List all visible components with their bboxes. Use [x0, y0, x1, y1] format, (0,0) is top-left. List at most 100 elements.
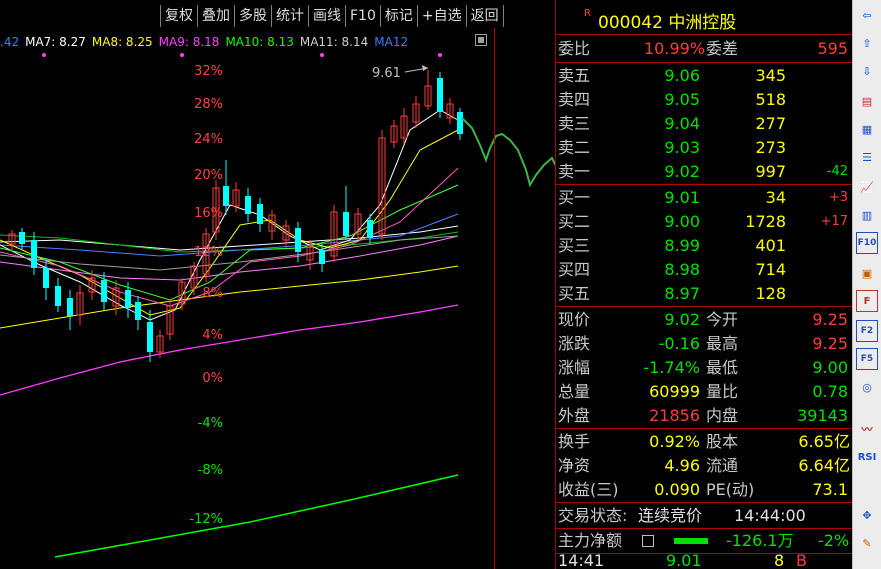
pen-icon[interactable]: ✎ [856, 532, 878, 554]
open-label: 今开 [706, 310, 739, 329]
bid-row[interactable]: 买三 8.99 401 [556, 234, 853, 258]
ask-volume: 345 [755, 66, 786, 85]
pct-axis-label: -12% [189, 512, 223, 527]
bid-volume: 401 [755, 236, 786, 255]
ratio-label: 量比 [706, 382, 739, 401]
shares-value: 6.65亿 [798, 432, 850, 451]
ask-label: 卖五 [558, 66, 591, 85]
arrow-up-icon[interactable]: ⇧ [856, 32, 878, 54]
f5-icon[interactable]: F5 [856, 348, 878, 370]
divider [556, 184, 853, 185]
news-icon[interactable]: ▣ [856, 262, 878, 284]
kline-canvas: 9.61 [0, 53, 555, 558]
eps-value: 0.090 [654, 480, 700, 499]
tick-row: 14:41 9.01 8 B [556, 554, 853, 569]
pct-axis-label: 32% [194, 64, 223, 79]
weicha-label: 委差 [706, 39, 739, 58]
fund-row: 净资 4.96 流通 6.64亿 [556, 454, 853, 478]
ask-volume: 273 [755, 138, 786, 157]
bid-price: 8.99 [664, 236, 700, 255]
status-row: 交易状态: 连续竞价 14:44:00 [556, 504, 853, 528]
pct-value: -1.74% [643, 358, 700, 377]
f2-icon[interactable]: F2 [856, 320, 878, 342]
high-value: 9.25 [812, 334, 848, 353]
ma-line-yellow-fast [0, 129, 459, 316]
netflow-row[interactable]: 主力净额 -126.1万 -2% [556, 529, 853, 553]
tick-price: 9.01 [666, 554, 702, 569]
pct-label: 涨幅 [558, 358, 591, 377]
move-icon[interactable]: ✥ [856, 504, 878, 526]
vol-value: 60999 [649, 382, 700, 401]
bid-row[interactable]: 买五 8.97 128 [556, 282, 853, 306]
bid-change: +17 [820, 214, 848, 229]
ma-line-yellow [0, 265, 459, 329]
quote-row: 现价 9.02 今开 9.25 [556, 308, 853, 332]
netflow-pct: -2% [818, 531, 850, 550]
pe-value: 73.1 [812, 480, 848, 499]
divider [556, 306, 853, 307]
ask-row[interactable]: 卖一 9.02 997 -42 [556, 160, 853, 184]
divider [556, 428, 853, 429]
list-icon[interactable]: ☰ [856, 146, 878, 168]
fund-row: 收益(三) 0.090 PE(动) 73.1 [556, 478, 853, 502]
ask-row[interactable]: 卖二 9.03 273 [556, 136, 853, 160]
netflow-menu-icon[interactable] [642, 535, 654, 547]
bid-label: 买二 [558, 212, 591, 231]
quote-panel: R 000042 中洲控股 委比 10.99% 委差 595 卖五 9.06 3… [555, 0, 853, 569]
book-icon[interactable]: ▤ [856, 90, 878, 112]
candle-icon[interactable]: ▥ [856, 204, 878, 226]
marker-dot [180, 53, 184, 57]
bid-label: 买四 [558, 260, 591, 279]
ask-row[interactable]: 卖三 9.04 277 [556, 112, 853, 136]
bid-row[interactable]: 买二 9.00 1728 +17 [556, 210, 853, 234]
right-tool-sidebar: ⇦ ⇧ ⇩ ▤ ▦ ☰ 📈 ▥ F10 ▣ F F2 F5 ◎ 〰 RSI ✥ … [852, 0, 881, 569]
bid-label: 买五 [558, 284, 591, 303]
tick-volume: 8 [774, 554, 785, 569]
table-icon[interactable]: ▦ [856, 118, 878, 140]
ma-line-white-long [0, 225, 459, 251]
f-icon[interactable]: F [856, 290, 878, 312]
ma-line-green-long [54, 474, 459, 558]
webi-label: 委比 [558, 39, 591, 58]
arrow-left-icon[interactable]: ⇦ [856, 4, 878, 26]
ask-row[interactable]: 卖五 9.06 345 [556, 64, 853, 88]
ask-volume: 518 [755, 90, 786, 109]
kline-chart[interactable]: 复权 叠加 多股 统计 画线 F10 标记 +自选 返回 .42 MA7: 8.… [0, 0, 555, 569]
ask-change: -42 [826, 164, 848, 179]
chg-value: -0.16 [658, 334, 700, 353]
ask-label: 卖四 [558, 90, 591, 109]
status-label: 交易状态: [558, 506, 628, 525]
pe-label: PE(动) [706, 480, 755, 499]
stock-name: 中洲控股 [668, 13, 737, 33]
marker-dot [438, 53, 442, 57]
bid-row[interactable]: 买一 9.01 34 +3 [556, 186, 853, 210]
ask-volume: 997 [755, 162, 786, 181]
rsi-icon[interactable]: RSI [856, 446, 878, 468]
turnover-label: 换手 [558, 432, 591, 451]
ratio-value: 0.78 [812, 382, 848, 401]
marker-dot [42, 53, 46, 57]
high-label: 最高 [706, 334, 739, 353]
circle-icon[interactable]: ◎ [856, 376, 878, 398]
netflow-value: -126.1万 [726, 531, 794, 550]
bid-price: 8.97 [664, 284, 700, 303]
pct-axis-label: 28% [194, 97, 223, 112]
netflow-bar [674, 538, 708, 544]
arrow-down-icon[interactable]: ⇩ [856, 60, 878, 82]
divider [556, 502, 853, 503]
ask-row[interactable]: 卖四 9.05 518 [556, 88, 853, 112]
chart-icon[interactable]: 📈 [856, 176, 878, 198]
netasset-value: 4.96 [664, 456, 700, 475]
stock-marker: R [584, 8, 591, 19]
f10-icon[interactable]: F10 [856, 232, 878, 254]
webi-row: 委比 10.99% 委差 595 [556, 37, 853, 61]
now-label: 现价 [558, 310, 591, 329]
ask-volume: 277 [755, 114, 786, 133]
pct-axis-label: 4% [202, 328, 223, 343]
turnover-value: 0.92% [649, 432, 700, 451]
bid-change: +3 [828, 190, 848, 205]
quote-row: 涨幅 -1.74% 最低 9.00 [556, 356, 853, 380]
bid-row[interactable]: 买四 8.98 714 [556, 258, 853, 282]
wave-icon[interactable]: 〰 [856, 418, 878, 440]
ma-line-white-fast [0, 109, 459, 321]
